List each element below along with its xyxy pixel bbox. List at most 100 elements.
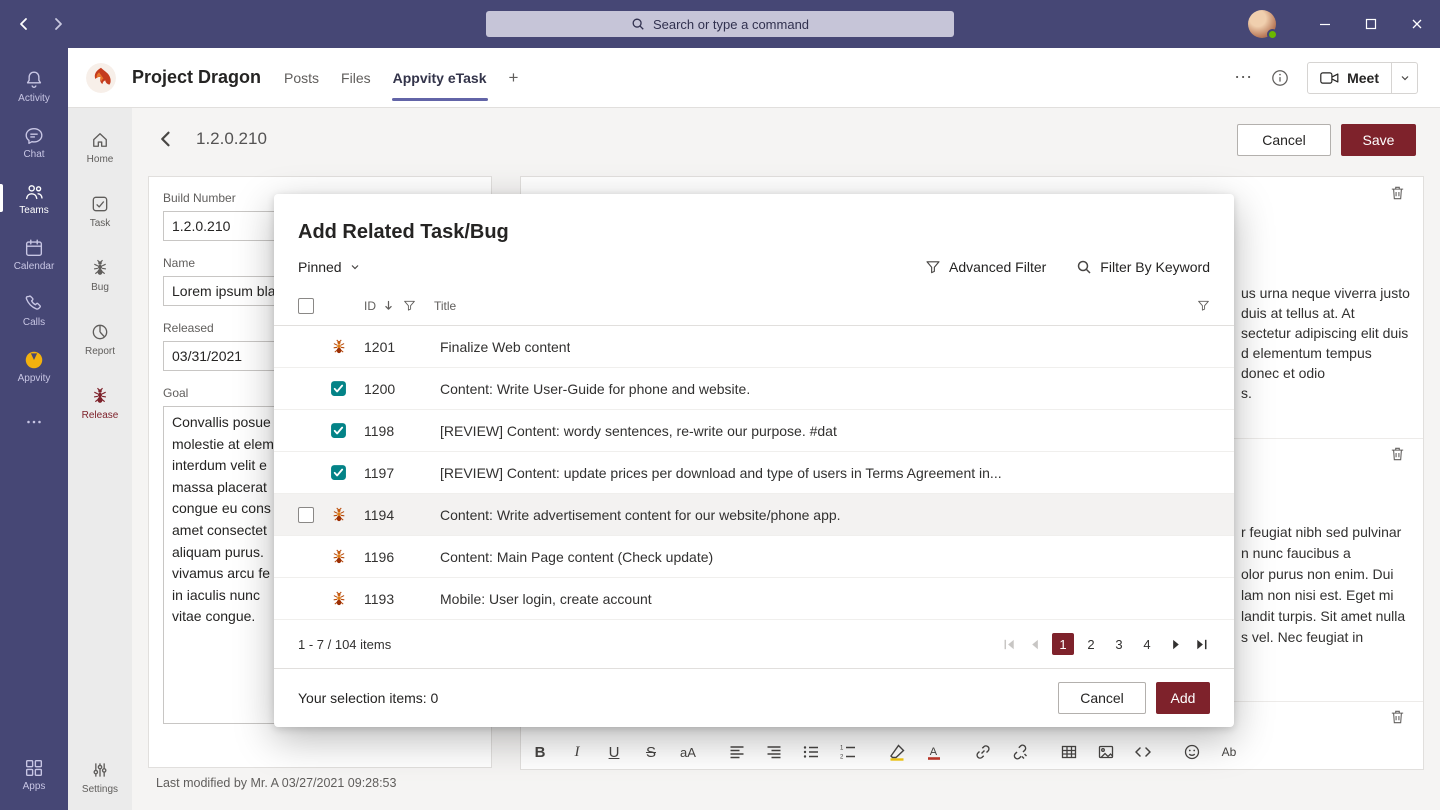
sidebar-item-release[interactable]: Release <box>68 376 132 430</box>
command-search-input[interactable]: Search or type a command <box>486 11 954 37</box>
insert-table-button[interactable] <box>1058 740 1080 764</box>
table-row[interactable]: 1194 Content: Write advertisement conten… <box>274 494 1234 536</box>
page-number-button[interactable]: 3 <box>1108 633 1130 655</box>
emoji-button[interactable] <box>1181 740 1203 764</box>
cancel-button[interactable]: Cancel <box>1237 124 1331 156</box>
id-filter-icon[interactable] <box>403 299 416 312</box>
rail-item-chat[interactable]: Chat <box>0 116 68 168</box>
unlink-button[interactable] <box>1009 740 1031 764</box>
page-number-button[interactable]: 4 <box>1136 633 1158 655</box>
title-filter-icon[interactable] <box>1197 299 1210 312</box>
insert-image-button[interactable] <box>1095 740 1117 764</box>
underline-button[interactable]: U <box>603 740 625 764</box>
sidebar-item-bug[interactable]: Bug <box>68 248 132 302</box>
row-id: 1193 <box>364 591 412 607</box>
minimize-button[interactable] <box>1302 0 1348 48</box>
highlighter-icon <box>888 743 906 761</box>
sidebar-item-report[interactable]: Report <box>68 312 132 366</box>
row-title: [REVIEW] Content: update prices per down… <box>440 465 1002 481</box>
highlight-button[interactable] <box>886 740 908 764</box>
page-number-button[interactable]: 1 <box>1052 633 1074 655</box>
back-to-list-button[interactable] <box>156 129 176 149</box>
italic-button[interactable]: I <box>566 740 588 764</box>
titlebar-right <box>1248 0 1440 48</box>
add-tab-button[interactable]: + <box>498 48 530 108</box>
maximize-button[interactable] <box>1348 0 1394 48</box>
image-icon <box>1097 743 1115 761</box>
tab-files[interactable]: Files <box>330 48 382 108</box>
table-row[interactable]: 1200 Content: Write User-Guide for phone… <box>274 368 1234 410</box>
keyword-filter-button[interactable]: Filter By Keyword <box>1076 259 1210 275</box>
font-color-button[interactable]: A <box>923 740 945 764</box>
rail-item-more[interactable] <box>0 396 68 448</box>
align-left-button[interactable] <box>726 740 748 764</box>
row-id: 1197 <box>364 465 412 481</box>
sidebar-label: Report <box>85 346 115 357</box>
page-numbers: 1 2 3 4 <box>1052 633 1158 655</box>
align-right-button[interactable] <box>763 740 785 764</box>
bullet-list-button[interactable] <box>800 740 822 764</box>
forward-button[interactable] <box>44 10 72 38</box>
table-row[interactable]: 1201 Finalize Web content <box>274 326 1234 368</box>
dialog-add-button[interactable]: Add <box>1156 682 1210 714</box>
sidebar-item-settings[interactable]: Settings <box>68 750 132 804</box>
meet-button[interactable]: Meet <box>1308 63 1391 93</box>
rail-label: Calls <box>23 318 45 328</box>
delete-section-button[interactable] <box>1387 183 1407 203</box>
bug-type-icon <box>330 506 348 524</box>
strikethrough-button[interactable]: S <box>640 740 662 764</box>
row-type-icon <box>330 506 348 524</box>
next-page-button[interactable] <box>1166 635 1184 653</box>
tab-appvity-etask[interactable]: Appvity eTask <box>382 48 498 108</box>
dialog-cancel-button[interactable]: Cancel <box>1058 682 1146 714</box>
info-button[interactable] <box>1271 69 1289 87</box>
etask-sidebar: Home Task Bug Report Release Settings <box>68 108 132 810</box>
font-size-button[interactable]: aA <box>677 740 699 764</box>
numbered-list-button[interactable]: 12 <box>837 740 859 764</box>
advanced-filter-button[interactable]: Advanced Filter <box>925 259 1046 275</box>
rail-item-calls[interactable]: Calls <box>0 284 68 336</box>
select-all-checkbox[interactable] <box>298 298 314 314</box>
tab-posts[interactable]: Posts <box>273 48 330 108</box>
sidebar-item-home[interactable]: Home <box>68 120 132 174</box>
delete-section-button[interactable] <box>1387 707 1407 727</box>
bug-type-icon <box>330 590 348 608</box>
sidebar-label: Bug <box>91 282 109 293</box>
table-row[interactable]: 1196 Content: Main Page content (Check u… <box>274 536 1234 578</box>
bold-button[interactable]: B <box>529 740 551 764</box>
sort-descending-icon[interactable] <box>382 299 395 312</box>
back-button[interactable] <box>10 10 38 38</box>
delete-section-button[interactable] <box>1387 444 1407 464</box>
rail-label: Calendar <box>14 262 55 272</box>
sidebar-item-task[interactable]: Task <box>68 184 132 238</box>
previous-page-button[interactable] <box>1026 635 1044 653</box>
row-title: Content: Write User-Guide for phone and … <box>440 381 750 397</box>
view-selector-dropdown[interactable]: Pinned <box>298 259 361 275</box>
rail-item-appvity[interactable]: Appvity <box>0 340 68 392</box>
table-row[interactable]: 1197 [REVIEW] Content: update prices per… <box>274 452 1234 494</box>
more-options-button[interactable]: ⋯ <box>1234 67 1253 88</box>
close-button[interactable] <box>1394 0 1440 48</box>
page-number-button[interactable]: 2 <box>1080 633 1102 655</box>
code-button[interactable] <box>1132 740 1154 764</box>
insert-link-button[interactable] <box>972 740 994 764</box>
rail-item-calendar[interactable]: Calendar <box>0 228 68 280</box>
table-row[interactable]: 1193 Mobile: User login, create account <box>274 578 1234 620</box>
svg-text:A: A <box>930 746 938 758</box>
table-row[interactable]: 1198 [REVIEW] Content: wordy sentences, … <box>274 410 1234 452</box>
search-icon <box>631 17 645 31</box>
first-page-button[interactable] <box>1000 635 1018 653</box>
rail-item-teams[interactable]: Teams <box>0 172 68 224</box>
rail-label: Appvity <box>18 374 51 384</box>
release-icon <box>90 386 110 406</box>
team-logo[interactable] <box>86 63 116 93</box>
bug-type-icon <box>330 548 348 566</box>
user-avatar[interactable] <box>1248 10 1276 38</box>
row-checkbox[interactable] <box>298 507 314 523</box>
last-page-button[interactable] <box>1192 635 1210 653</box>
rail-item-apps[interactable]: Apps <box>0 748 68 800</box>
rail-item-activity[interactable]: Activity <box>0 60 68 112</box>
spellcheck-button[interactable]: Ab <box>1218 740 1240 764</box>
save-button[interactable]: Save <box>1341 124 1416 156</box>
meet-dropdown-button[interactable] <box>1391 63 1417 93</box>
